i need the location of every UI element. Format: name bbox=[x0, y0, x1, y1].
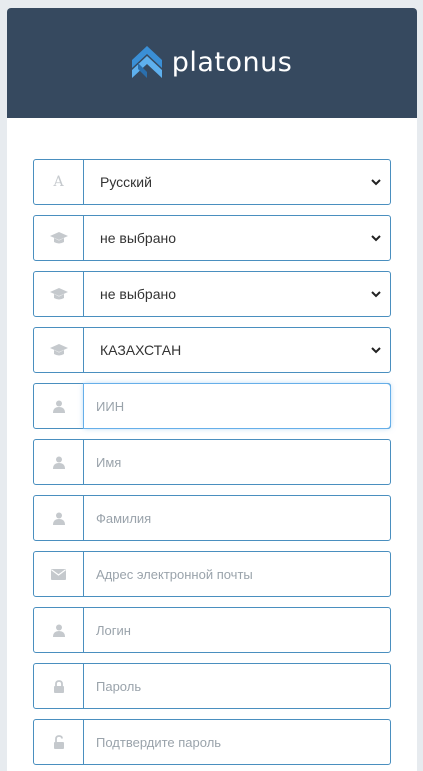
select1-row: не выбрано bbox=[33, 215, 391, 261]
graduation-cap-icon bbox=[34, 328, 84, 372]
envelope-icon bbox=[34, 552, 84, 596]
lock-icon bbox=[34, 664, 84, 708]
first-name-row bbox=[33, 439, 391, 485]
registration-form: A Русский не выбрано не выбрано КАЗАХСТА… bbox=[33, 159, 391, 771]
password-input[interactable] bbox=[84, 664, 390, 708]
user-icon bbox=[34, 496, 84, 540]
country-select[interactable]: КАЗАХСТАН bbox=[84, 328, 390, 372]
platonus-logo: platonus bbox=[131, 46, 293, 78]
language-control: Русский bbox=[84, 160, 390, 204]
select2-control: не выбрано bbox=[84, 272, 390, 316]
login-row bbox=[33, 607, 391, 653]
language-select[interactable]: Русский bbox=[84, 160, 390, 204]
email-control bbox=[84, 552, 390, 596]
language-row: A Русский bbox=[33, 159, 391, 205]
user-icon bbox=[34, 608, 84, 652]
last-name-input[interactable] bbox=[84, 496, 390, 540]
email-row bbox=[33, 551, 391, 597]
education-select-1[interactable]: не выбрано bbox=[84, 216, 390, 260]
confirm-password-control bbox=[84, 720, 390, 764]
login-input[interactable] bbox=[84, 608, 390, 652]
graduation-cap-icon bbox=[34, 272, 84, 316]
select1-control: не выбрано bbox=[84, 216, 390, 260]
confirm-password-input[interactable] bbox=[84, 720, 390, 764]
password-row bbox=[33, 663, 391, 709]
unlock-icon bbox=[34, 720, 84, 764]
header: platonus bbox=[7, 8, 417, 118]
last-name-row bbox=[33, 495, 391, 541]
first-name-control bbox=[84, 440, 390, 484]
brand-name: platonus bbox=[171, 46, 293, 78]
select2-row: не выбрано bbox=[33, 271, 391, 317]
user-icon bbox=[34, 384, 84, 428]
graduation-cap-icon bbox=[34, 216, 84, 260]
login-control bbox=[84, 608, 390, 652]
iin-control bbox=[84, 384, 390, 428]
user-icon bbox=[34, 440, 84, 484]
registration-card: platonus A Русский не выбрано не выбрано… bbox=[7, 8, 417, 771]
iin-input[interactable] bbox=[84, 384, 390, 428]
confirm-password-row bbox=[33, 719, 391, 765]
country-control: КАЗАХСТАН bbox=[84, 328, 390, 372]
password-control bbox=[84, 664, 390, 708]
font-icon: A bbox=[34, 160, 84, 204]
first-name-input[interactable] bbox=[84, 440, 390, 484]
platonus-logo-icon bbox=[131, 46, 162, 78]
email-input[interactable] bbox=[84, 552, 390, 596]
country-row: КАЗАХСТАН bbox=[33, 327, 391, 373]
iin-row bbox=[33, 383, 391, 429]
education-select-2[interactable]: не выбрано bbox=[84, 272, 390, 316]
last-name-control bbox=[84, 496, 390, 540]
